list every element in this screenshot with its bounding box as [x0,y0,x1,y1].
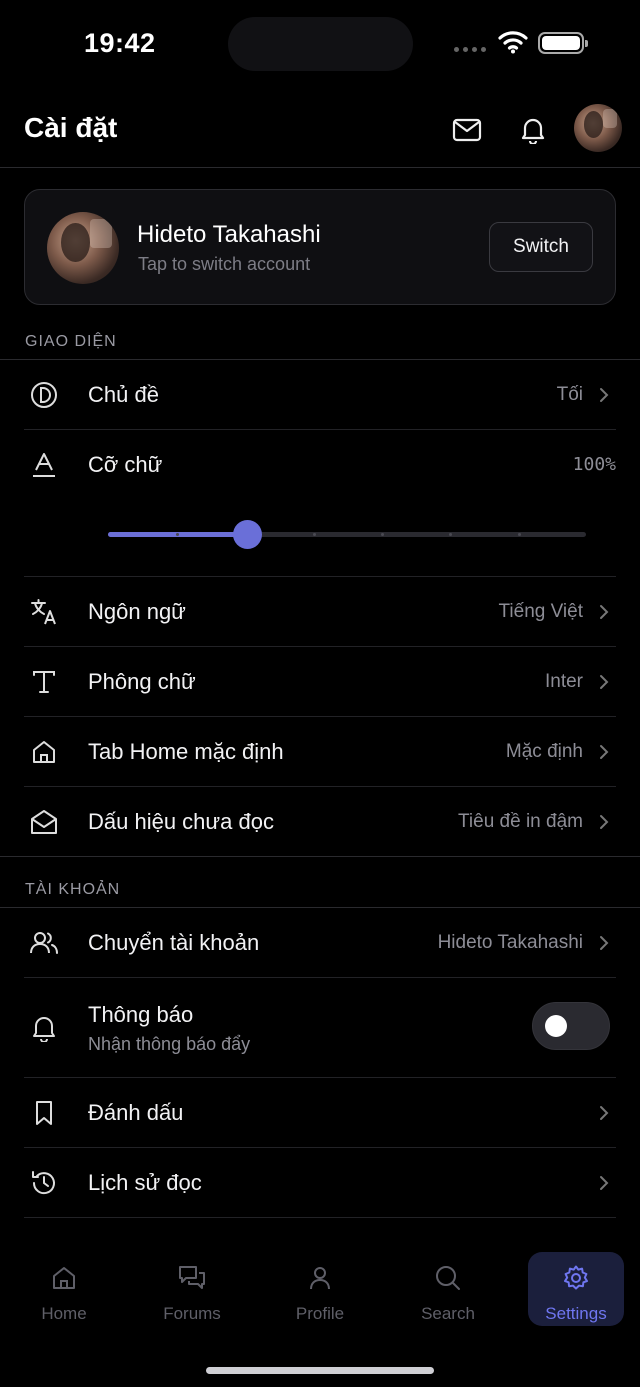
header-avatar[interactable] [574,104,622,152]
switch-account-button[interactable]: Switch [489,222,593,272]
home-icon [53,1267,75,1289]
chevron-right-icon [597,1171,611,1195]
search-icon [436,1266,460,1290]
tab-label: Settings [545,1304,607,1323]
tab-label: Home [41,1304,87,1323]
row-value: Hideto Takahashi [437,932,583,953]
account-subtitle: Tap to switch account [138,254,311,274]
settings-row-switch-account[interactable]: Chuyển tài khoản Hideto Takahashi [24,908,616,978]
tab-profile[interactable]: Profile [272,1252,368,1326]
section-label-account: TÀI KHOẢN [25,881,121,898]
home-indicator [206,1367,434,1374]
row-value: Mặc định [505,741,583,762]
account-card[interactable]: Hideto Takahashi Tap to switch account S… [24,189,616,305]
row-label: Phông chữ [88,669,196,694]
chevron-right-icon [597,670,611,694]
section-label-appearance: GIAO DIỆN [25,333,117,350]
row-value: 100% [572,454,616,475]
row-label: Dấu hiệu chưa đọc [88,809,274,834]
row-label: Đánh dấu [88,1100,184,1125]
history-icon [28,1167,60,1199]
bell-icon [28,1012,60,1044]
settings-row-language[interactable]: Ngôn ngữ Tiếng Việt [24,577,616,647]
toggle-knob [545,1015,567,1037]
chevron-right-icon [597,600,611,624]
theme-icon [28,379,60,411]
settings-row-font-family[interactable]: Phông chữ Inter [24,647,616,717]
home-icon [28,736,60,768]
person-icon [310,1267,330,1290]
typeface-icon [28,666,60,698]
settings-row-theme[interactable]: Chủ đề Tối [24,360,616,430]
tab-label: Search [421,1304,475,1323]
slider-tick [312,533,316,536]
account-name: Hideto Takahashi [137,221,321,248]
status-time: 19:42 [84,28,156,58]
row-label: Chủ đề [88,382,159,407]
row-value: Tiếng Việt [498,601,584,622]
wifi-icon [498,31,528,54]
row-value: Inter [544,671,583,692]
mail-button[interactable] [447,110,487,150]
row-value: Tiêu đề in đậm [458,811,583,832]
chevron-right-icon [597,740,611,764]
row-label: Chuyển tài khoản [88,930,260,955]
account-avatar [47,212,119,284]
tab-label: Forums [163,1304,221,1323]
tab-label: Profile [295,1304,345,1323]
divider [0,856,640,857]
row-sublabel: Nhận thông báo đẩy [88,1034,251,1054]
bell-icon [521,118,545,144]
slider-thumb[interactable] [232,520,262,549]
row-label: Tab Home mặc định [88,739,284,764]
tab-settings[interactable]: Settings [528,1252,624,1326]
notifications-toggle[interactable] [532,1002,610,1050]
tab-forums[interactable]: Forums [144,1252,240,1326]
row-label: Lịch sử đọc [88,1170,202,1195]
bookmark-icon [28,1097,60,1129]
font-size-icon [28,449,60,481]
chevron-right-icon [597,1101,611,1125]
tab-bar: Home Forums Profile Search Settings [0,1240,640,1387]
row-label: Ngôn ngữ [88,599,186,624]
mail-icon [452,118,482,142]
tab-search[interactable]: Search [400,1252,496,1326]
users-icon [28,927,60,959]
settings-row-bookmarks[interactable]: Đánh dấu [24,1078,616,1148]
status-bar: 19:42 [0,0,640,90]
cellular-signal-icon [454,47,486,52]
row-label: Cỡ chữ [88,452,163,477]
translate-icon [28,596,60,628]
tab-home[interactable]: Home [16,1252,112,1326]
app-header: Cài đặt [0,90,640,168]
settings-row-reading-history[interactable]: Lịch sử đọc [24,1148,616,1218]
dynamic-island [228,17,413,71]
slider-tick [517,533,521,536]
font-size-slider[interactable] [108,520,586,550]
gear-icon [564,1265,588,1290]
chat-bubbles-icon [179,1266,205,1289]
row-value: Tối [556,384,583,405]
settings-row-notifications: Thông báo Nhận thông báo đẩy [24,978,616,1078]
chevron-right-icon [597,383,611,407]
chevron-right-icon [597,931,611,955]
settings-row-font-size: Cỡ chữ 100% [24,430,616,577]
battery-icon [538,32,588,54]
settings-row-unread-indicator[interactable]: Dấu hiệu chưa đọc Tiêu đề in đậm [24,787,616,857]
chevron-right-icon [597,810,611,834]
notifications-button[interactable] [513,110,553,150]
settings-row-default-home-tab[interactable]: Tab Home mặc định Mặc định [24,717,616,787]
row-label: Thông báo [88,1002,194,1027]
envelope-open-icon [28,806,60,838]
page-title: Cài đặt [24,112,118,143]
